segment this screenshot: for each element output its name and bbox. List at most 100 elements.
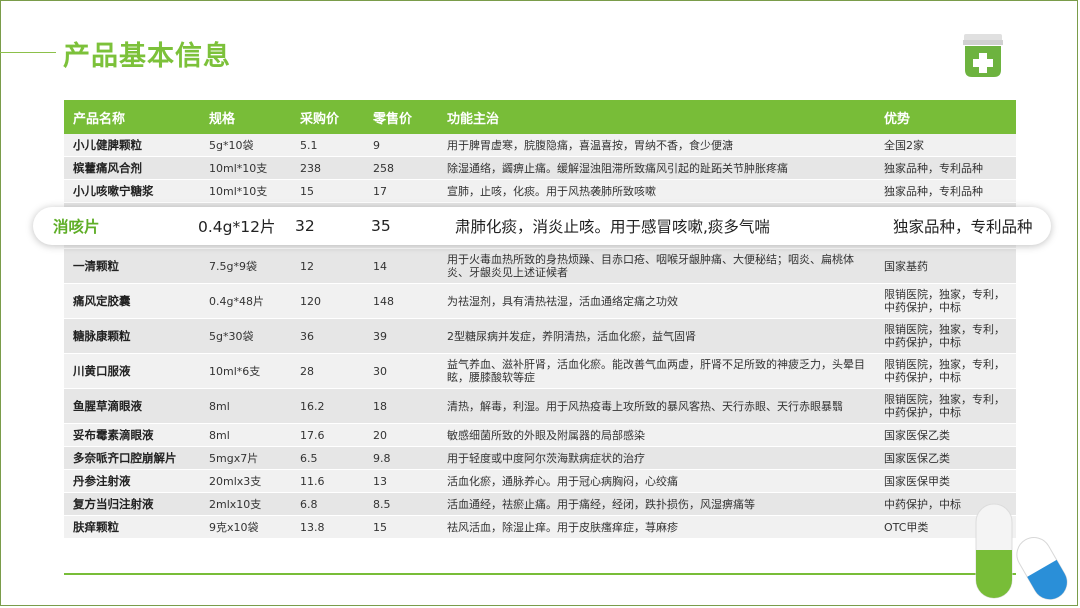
highlight-retail-price: 35: [371, 217, 391, 235]
cell-advantage: 国家医保乙类: [875, 423, 1016, 447]
cell-function: 用于轻度或中度阿尔茨海默病症状的治疗: [438, 446, 875, 470]
table-row: 丹参注射液 20mlx3支 11.6 13 活血化瘀，通脉养心。用于冠心病胸闷，…: [64, 469, 1016, 493]
cell-function: 益气养血、滋补肝肾，活血化瘀。能改善气血两虚，肝肾不足所致的神疲乏力，头晕目眩，…: [438, 353, 875, 389]
cell-name: 痛风定胶囊: [64, 283, 200, 319]
cell-purchase-price: 6.5: [291, 446, 364, 470]
cell-function: 敏感细菌所致的外眼及附属器的局部感染: [438, 423, 875, 447]
cell-name: 肤痒颗粒: [64, 515, 200, 539]
cell-retail-price: 258: [364, 156, 438, 180]
cell-purchase-price: 238: [291, 156, 364, 180]
table-row: 小儿咳嗽宁糖浆 10ml*10支 15 17 宣肺，止咳，化痰。用于风热袭肺所致…: [64, 179, 1016, 203]
cell-name: 小儿健脾颗粒: [64, 134, 200, 157]
table-header-row: 产品名称 规格 采购价 零售价 功能主治 优势: [64, 100, 1016, 134]
table-row: 一清颗粒 7.5g*9袋 12 14 用于火毒血热所致的身热烦躁、目赤口疮、咽喉…: [64, 248, 1016, 284]
cell-advantage: 国家基药: [875, 248, 1016, 284]
page-title: 产品基本信息: [63, 41, 231, 72]
cell-spec: 8ml: [200, 423, 291, 447]
cell-function: 清热，解毒，利湿。用于风热疫毒上攻所致的暴风客热、天行赤眼、天行赤眼暴翳: [438, 388, 875, 424]
capsule-decoration-icon: [975, 503, 1068, 600]
cell-name: 川黄口服液: [64, 353, 200, 389]
table-bottom-line: [64, 573, 1016, 575]
cell-purchase-price: 17.6: [291, 423, 364, 447]
cell-function: 用于火毒血热所致的身热烦躁、目赤口疮、咽喉牙龈肿痛、大便秘结；咽炎、扁桃体炎、牙…: [438, 248, 875, 284]
cell-purchase-price: 15: [291, 179, 364, 203]
cell-spec: 8ml: [200, 388, 291, 424]
cell-spec: 5g*30袋: [200, 318, 291, 354]
cell-advantage: 独家品种，专利品种: [875, 156, 1016, 180]
cell-spec: 5mgx7片: [200, 446, 291, 470]
cell-retail-price: 14: [364, 248, 438, 284]
cell-retail-price: 39: [364, 318, 438, 354]
cell-name: 复方当归注射液: [64, 492, 200, 516]
cell-spec: 10ml*10支: [200, 156, 291, 180]
cell-function: 祛风活血，除湿止痒。用于皮肤瘙痒症，荨麻疹: [438, 515, 875, 539]
table-row: 小儿健脾颗粒 5g*10袋 5.1 9 用于脾胃虚寒，脘腹隐痛，喜温喜按，胃纳不…: [64, 134, 1016, 157]
highlighted-product-row: 消咳片 0.4g*12片 32 35 肃肺化痰，消炎止咳。用于感冒咳嗽,痰多气喘…: [33, 207, 1051, 245]
header-advantage: 优势: [875, 100, 1016, 134]
header-name: 产品名称: [64, 100, 200, 134]
cell-spec: 2mlx10支: [200, 492, 291, 516]
cell-advantage: 限销医院，独家，专利，中药保护，中标: [875, 388, 1016, 424]
cell-retail-price: 20: [364, 423, 438, 447]
cell-spec: 10ml*10支: [200, 179, 291, 203]
cell-purchase-price: 5.1: [291, 134, 364, 157]
cell-advantage: 全国2家: [875, 134, 1016, 157]
cell-name: 小儿咳嗽宁糖浆: [64, 179, 200, 203]
cell-purchase-price: 16.2: [291, 388, 364, 424]
table-row: 糖脉康颗粒 5g*30袋 36 39 2型糖尿病并发症，养阴清热，活血化瘀，益气…: [64, 318, 1016, 354]
cell-function: 活血通经，祛瘀止痛。用于痛经，经闭，跌扑损伤，风湿痹痛等: [438, 492, 875, 516]
cell-name: 槟藿痛风合剂: [64, 156, 200, 180]
cell-function: 用于脾胃虚寒，脘腹隐痛，喜温喜按，胃纳不香，食少便溏: [438, 134, 875, 157]
table-row: 川黄口服液 10ml*6支 28 30 益气养血、滋补肝肾，活血化瘀。能改善气血…: [64, 353, 1016, 389]
cell-name: 鱼腥草滴眼液: [64, 388, 200, 424]
cell-function: 2型糖尿病并发症，养阴清热，活血化瘀，益气固肾: [438, 318, 875, 354]
table-row: 复方当归注射液 2mlx10支 6.8 8.5 活血通经，祛瘀止痛。用于痛经，经…: [64, 492, 1016, 516]
table-row: 肤痒颗粒 9克x10袋 13.8 15 祛风活血，除湿止痒。用于皮肤瘙痒症，荨麻…: [64, 515, 1016, 539]
header-retail-price: 零售价: [364, 100, 438, 134]
cell-name: 妥布霉素滴眼液: [64, 423, 200, 447]
header-purchase-price: 采购价: [291, 100, 364, 134]
table-row: 多奈哌齐口腔崩解片 5mgx7片 6.5 9.8 用于轻度或中度阿尔茨海默病症状…: [64, 446, 1016, 470]
header-function: 功能主治: [438, 100, 875, 134]
cell-advantage: 限销医院，独家，专利，中药保护，中标: [875, 318, 1016, 354]
table-row: 鱼腥草滴眼液 8ml 16.2 18 清热，解毒，利湿。用于风热疫毒上攻所致的暴…: [64, 388, 1016, 424]
product-table: 产品名称 规格 采购价 零售价 功能主治 优势 小儿健脾颗粒 5g*10袋 5.…: [64, 100, 1016, 539]
cell-retail-price: 15: [364, 515, 438, 539]
cell-spec: 10ml*6支: [200, 353, 291, 389]
highlight-advantage: 独家品种，专利品种: [893, 218, 1033, 236]
cell-retail-price: 30: [364, 353, 438, 389]
cell-retail-price: 8.5: [364, 492, 438, 516]
cell-purchase-price: 120: [291, 283, 364, 319]
table-row: 槟藿痛风合剂 10ml*10支 238 258 除湿通络，蠲痹止痛。缓解湿浊阻滞…: [64, 156, 1016, 180]
cell-name: 多奈哌齐口腔崩解片: [64, 446, 200, 470]
cell-advantage: 独家品种，专利品种: [875, 179, 1016, 203]
highlight-purchase-price: 32: [295, 217, 315, 235]
cell-spec: 20mlx3支: [200, 469, 291, 493]
cell-advantage: 国家医保甲类: [875, 469, 1016, 493]
cell-name: 糖脉康颗粒: [64, 318, 200, 354]
cell-advantage: 限销医院，独家，专利，中药保护，中标: [875, 283, 1016, 319]
cell-spec: 0.4g*48片: [200, 283, 291, 319]
cell-purchase-price: 12: [291, 248, 364, 284]
medicine-bottle-icon: [963, 34, 1003, 77]
title-accent-line: [0, 52, 56, 53]
cell-purchase-price: 6.8: [291, 492, 364, 516]
cell-purchase-price: 11.6: [291, 469, 364, 493]
table-row: 妥布霉素滴眼液 8ml 17.6 20 敏感细菌所致的外眼及附属器的局部感染 国…: [64, 423, 1016, 447]
cell-function: 为祛湿剂，具有清热祛湿，活血通络定痛之功效: [438, 283, 875, 319]
highlight-function: 肃肺化痰，消炎止咳。用于感冒咳嗽,痰多气喘: [455, 218, 770, 236]
highlight-spec: 0.4g*12片: [198, 218, 276, 236]
cell-function: 除湿通络，蠲痹止痛。缓解湿浊阻滞所致痛风引起的趾跖关节肿胀疼痛: [438, 156, 875, 180]
cell-spec: 5g*10袋: [200, 134, 291, 157]
highlight-name: 消咳片: [53, 218, 100, 236]
cell-name: 一清颗粒: [64, 248, 200, 284]
cell-purchase-price: 36: [291, 318, 364, 354]
cell-retail-price: 148: [364, 283, 438, 319]
cell-retail-price: 17: [364, 179, 438, 203]
cell-retail-price: 18: [364, 388, 438, 424]
cell-spec: 9克x10袋: [200, 515, 291, 539]
cell-advantage: 限销医院，独家，专利，中药保护，中标: [875, 353, 1016, 389]
cell-function: 宣肺，止咳，化痰。用于风热袭肺所致咳嗽: [438, 179, 875, 203]
cell-spec: 7.5g*9袋: [200, 248, 291, 284]
cell-retail-price: 13: [364, 469, 438, 493]
